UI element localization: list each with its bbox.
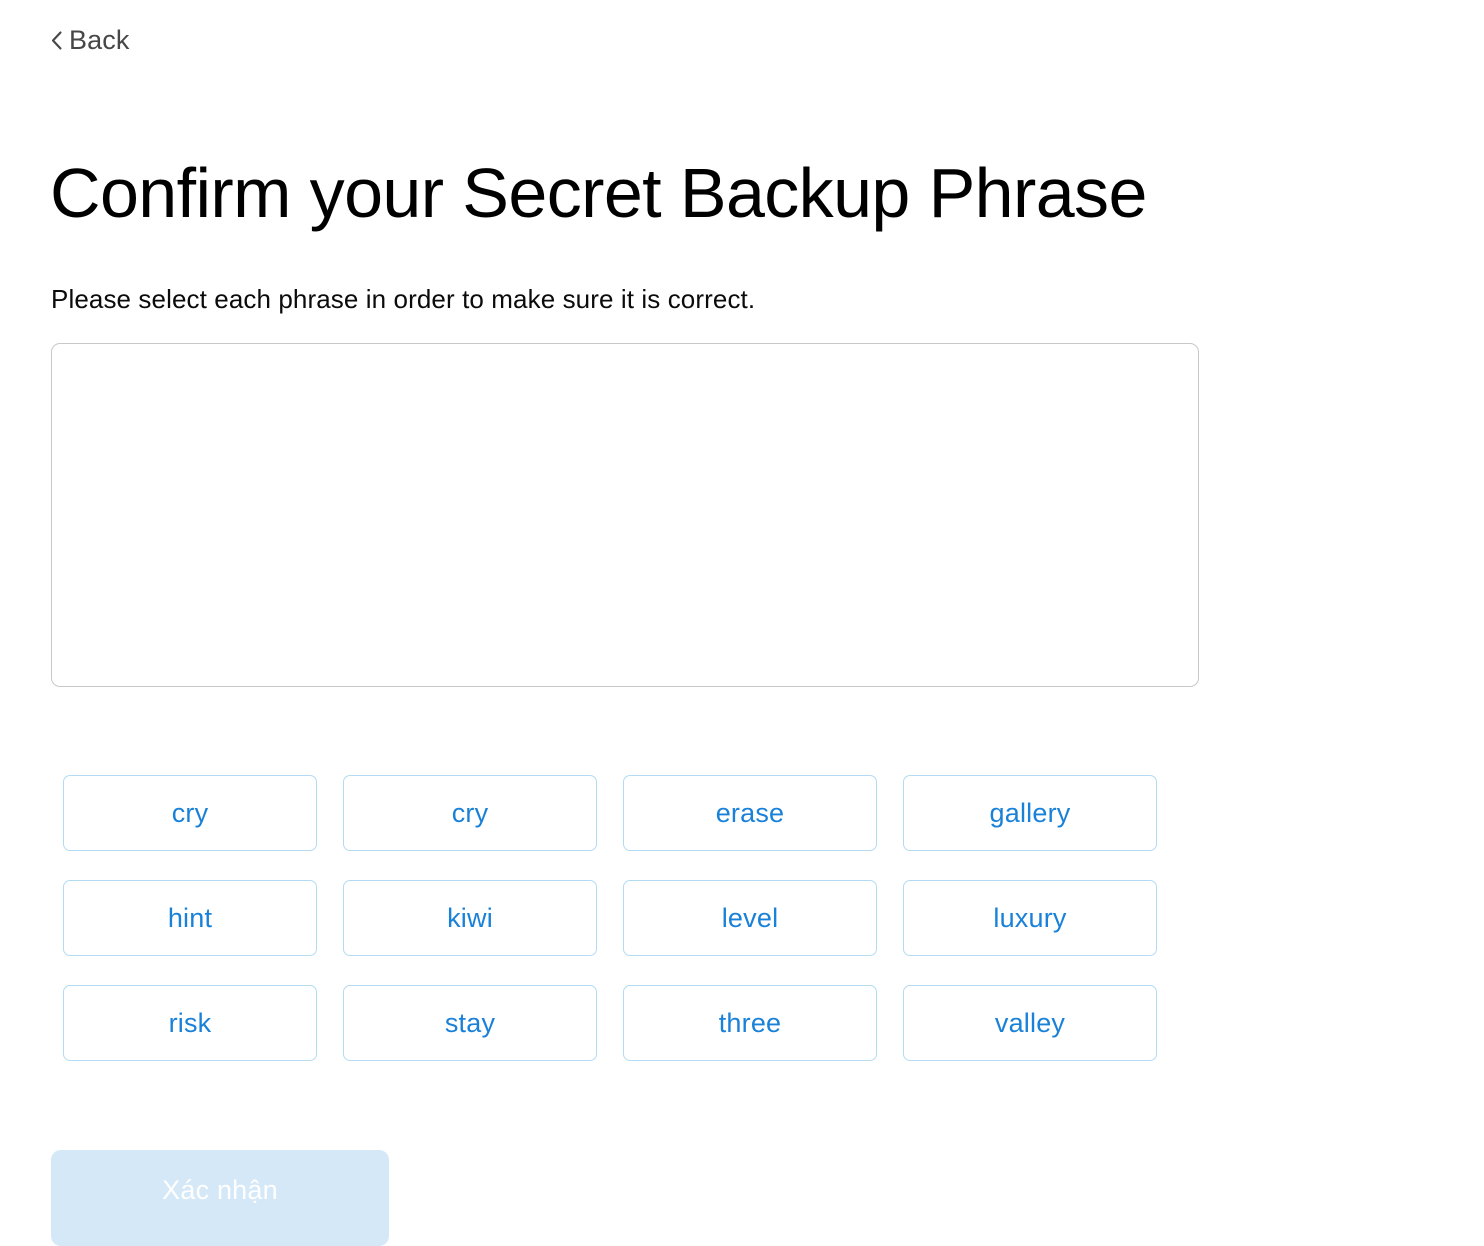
word-chip[interactable]: luxury: [903, 880, 1157, 956]
word-chip[interactable]: three: [623, 985, 877, 1061]
selected-phrase-input[interactable]: [51, 343, 1199, 687]
word-chip[interactable]: gallery: [903, 775, 1157, 851]
chevron-left-icon: [51, 31, 62, 50]
page-title: Confirm your Secret Backup Phrase: [50, 153, 1147, 232]
word-chip[interactable]: cry: [343, 775, 597, 851]
word-bank-grid: cry cry erase gallery hint kiwi level lu…: [63, 775, 1157, 1061]
word-chip[interactable]: hint: [63, 880, 317, 956]
page-subtitle: Please select each phrase in order to ma…: [51, 284, 756, 314]
word-chip[interactable]: risk: [63, 985, 317, 1061]
back-link-label: Back: [69, 25, 130, 55]
word-chip[interactable]: valley: [903, 985, 1157, 1061]
word-chip[interactable]: erase: [623, 775, 877, 851]
back-link[interactable]: Back: [51, 27, 129, 54]
confirm-button[interactable]: Xác nhận: [51, 1150, 389, 1246]
confirm-backup-phrase-page: Back Confirm your Secret Backup Phrase P…: [0, 0, 1484, 1246]
word-chip[interactable]: level: [623, 880, 877, 956]
word-chip[interactable]: cry: [63, 775, 317, 851]
word-chip[interactable]: kiwi: [343, 880, 597, 956]
word-chip[interactable]: stay: [343, 985, 597, 1061]
